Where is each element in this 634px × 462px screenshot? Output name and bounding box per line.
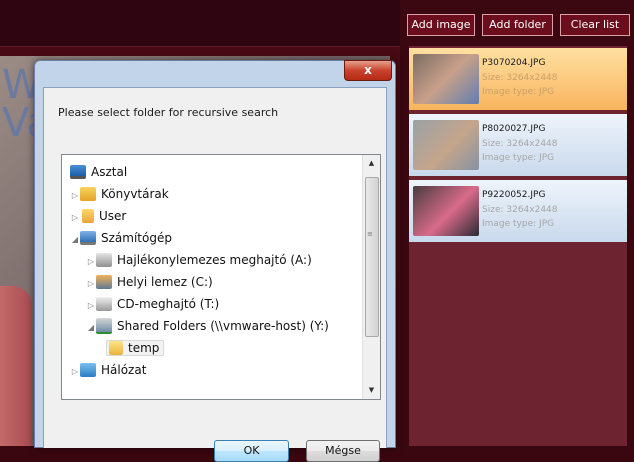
image-list-item[interactable]: P9220052.JPG Size: 3264x2448 Image type:… [409, 180, 627, 242]
app-top-bar [0, 0, 400, 47]
tree-item-network[interactable]: ▷ Hálózat [70, 359, 146, 381]
tree-item-label: Hajlékonylemezes meghajtó (A:) [117, 253, 312, 267]
tree-item-label: Asztal [91, 165, 128, 179]
expand-arrow-icon[interactable]: ▷ [86, 251, 96, 273]
tree-item-label: Helyi lemez (C:) [117, 275, 213, 289]
cd-drive-icon [96, 296, 112, 311]
dialog-body: Please select folder for recursive searc… [43, 87, 387, 462]
collapse-arrow-icon[interactable]: ◢ [70, 229, 80, 251]
folder-icon [109, 340, 123, 355]
expand-arrow-icon[interactable]: ▷ [86, 273, 96, 295]
tree-item-desktop[interactable]: Asztal [70, 161, 127, 183]
image-size: Size: 3264x2448 [482, 139, 558, 149]
library-icon [80, 186, 96, 201]
image-name: P3070204.JPG [482, 58, 546, 68]
expand-arrow-icon[interactable]: ▷ [86, 295, 96, 317]
image-thumbnail [413, 120, 479, 170]
image-name: P9220052.JPG [482, 190, 546, 200]
image-list-item[interactable]: P3070204.JPG Size: 3264x2448 Image type:… [409, 48, 627, 110]
tree-item-label: Könyvtárak [101, 187, 169, 201]
ok-button[interactable]: OK [214, 440, 289, 462]
scroll-down-arrow-icon[interactable]: ▼ [363, 382, 380, 399]
tree-item-label: CD-meghajtó (T:) [117, 297, 220, 311]
image-name: P8020027.JPG [482, 124, 546, 134]
floppy-drive-icon [96, 252, 112, 267]
scroll-thumb[interactable] [365, 177, 379, 337]
expand-arrow-icon[interactable]: ▷ [70, 361, 80, 383]
expand-arrow-icon[interactable]: ▷ [70, 207, 80, 229]
tree-item-floppy[interactable]: ▷ Hajlékonylemezes meghajtó (A:) [86, 249, 312, 271]
cancel-button[interactable]: Mégse [306, 440, 380, 462]
tree-item-label: Számítógép [101, 231, 172, 245]
add-folder-button[interactable]: Add folder [482, 14, 553, 36]
tree-item-libraries[interactable]: ▷ Könyvtárak [70, 183, 169, 205]
expand-arrow-icon[interactable]: ▷ [70, 185, 80, 207]
tree-scrollbar[interactable]: ▲ ≡ ▼ [362, 155, 380, 399]
tree-item-label: Hálózat [101, 363, 147, 377]
image-toolbar: Add image Add folder Clear list [400, 0, 634, 46]
tree-item-computer[interactable]: ◢ Számítógép [70, 227, 172, 249]
scroll-grip-icon: ≡ [367, 230, 373, 238]
image-size: Size: 3264x2448 [482, 205, 558, 215]
tree-item-user[interactable]: ▷ User [70, 205, 126, 227]
dialog-prompt: Please select folder for recursive searc… [58, 106, 279, 119]
image-size: Size: 3264x2448 [482, 73, 558, 83]
image-type: Image type: JPG [482, 153, 555, 163]
selected-node: temp [106, 340, 165, 356]
desktop-icon [70, 164, 86, 179]
image-thumbnail [413, 186, 479, 236]
network-drive-icon [96, 317, 112, 334]
user-folder-icon [82, 208, 94, 223]
add-image-button[interactable]: Add image [407, 14, 475, 36]
tree-item-cd-drive[interactable]: ▷ CD-meghajtó (T:) [86, 293, 219, 315]
scroll-up-arrow-icon[interactable]: ▲ [363, 155, 380, 172]
tree-item-local-disk[interactable]: ▷ Helyi lemez (C:) [86, 271, 213, 293]
tree-item-temp[interactable]: temp [106, 337, 165, 359]
computer-icon [80, 230, 96, 245]
preview-photo-detail [0, 286, 32, 446]
image-list: P3070204.JPG Size: 3264x2448 Image type:… [409, 46, 627, 446]
tree-item-label: User [99, 209, 127, 223]
image-thumbnail [413, 54, 479, 104]
tree-item-label: Shared Folders (\\vmware-host) (Y:) [117, 319, 329, 333]
browse-folder-dialog: x Please select folder for recursive sea… [34, 60, 396, 462]
tree-item-label: temp [128, 341, 160, 355]
hard-drive-icon [96, 274, 112, 289]
image-list-item[interactable]: P8020027.JPG Size: 3264x2448 Image type:… [409, 114, 627, 176]
image-type: Image type: JPG [482, 219, 555, 229]
folder-tree[interactable]: Asztal ▷ Könyvtárak ▷ User ◢ Számítógép ▷ Ha… [61, 154, 381, 400]
tree-item-shared-folders[interactable]: ◢ Shared Folders (\\vmware-host) (Y:) [86, 315, 329, 337]
network-icon [80, 362, 96, 377]
clear-list-button[interactable]: Clear list [560, 14, 630, 36]
collapse-arrow-icon[interactable]: ◢ [86, 317, 96, 339]
close-button[interactable]: x [344, 60, 392, 81]
image-type: Image type: JPG [482, 87, 555, 97]
